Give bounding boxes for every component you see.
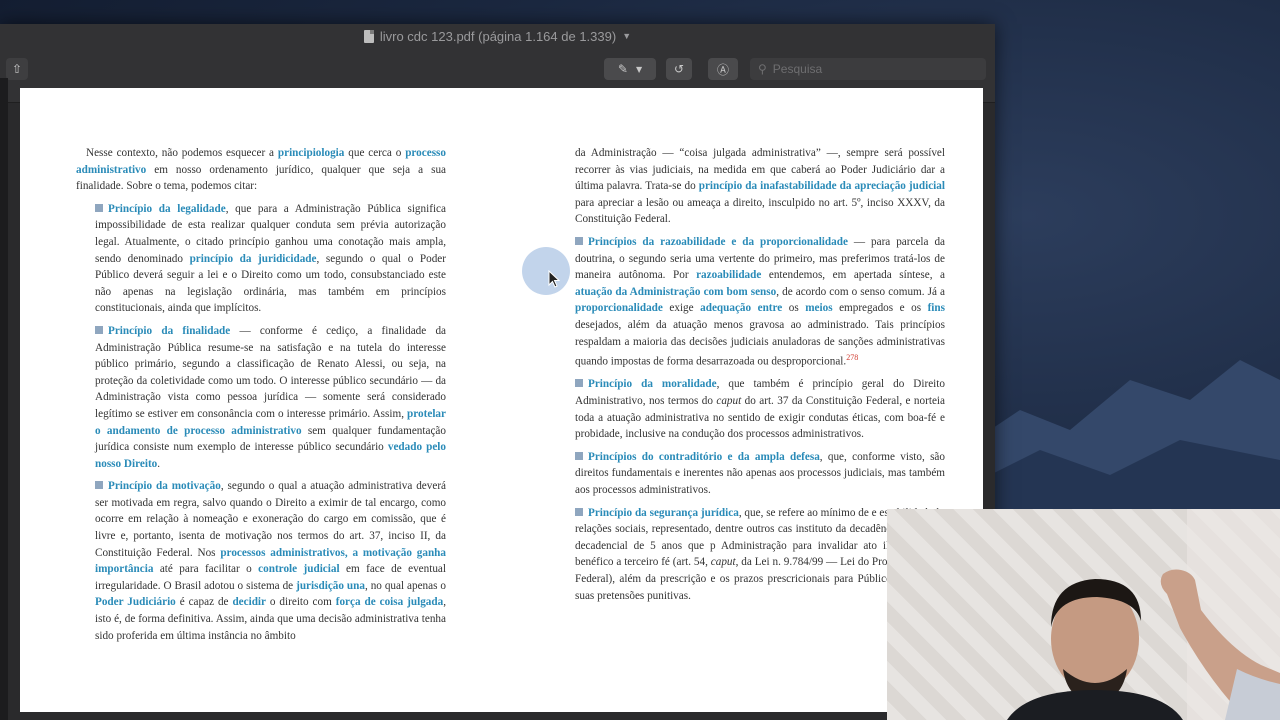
rotate-icon: ↺ (673, 62, 685, 76)
pdf-document-icon (363, 29, 374, 43)
bullet-square-icon (575, 507, 583, 516)
pdf-page[interactable]: Nesse contexto, não podemos esquecer a p… (20, 88, 983, 712)
intro-paragraph: Nesse contexto, não podemos esquecer a p… (76, 147, 446, 193)
search-icon: ⚲ (758, 62, 767, 76)
bullet-square-icon (95, 325, 103, 334)
list-item-moralidade: Princípio da moralidade, que também é pr… (575, 378, 945, 441)
markup-circle-icon: Ⓐ (716, 62, 729, 77)
bullet-square-icon (575, 236, 583, 245)
webcam-overlay (887, 509, 1280, 720)
chevron-down-icon: ▼ (635, 64, 643, 74)
background-window-edge (0, 78, 8, 720)
window-title[interactable]: livro cdc 123.pdf (página 1.164 de 1.339… (380, 29, 616, 44)
cursor-highlight (522, 247, 570, 295)
bullet-square-icon (95, 203, 103, 212)
footnote-link[interactable]: 278 (846, 353, 858, 362)
share-button[interactable]: ⇧ (6, 58, 28, 80)
mouse-pointer-icon (548, 270, 560, 288)
rotate-button[interactable]: ↺ (666, 58, 692, 80)
share-icon: ⇧ (11, 62, 23, 76)
bullet-square-icon (95, 481, 103, 490)
list-item-motivacao: Princípio da motivação, segundo o qual a… (95, 480, 447, 642)
list-item-legalidade: Princípio da legalidade, que para a Admi… (95, 202, 447, 315)
left-column: Nesse contexto, não podemos esquecer a p… (76, 145, 446, 650)
search-placeholder: Pesquisa (772, 62, 823, 76)
list-item-contraditorio: Princípios do contraditório e da ampla d… (575, 450, 945, 497)
list-item-finalidade: Princípio da finalidade — conforme é ced… (95, 324, 447, 470)
list-item-razoabilidade: Princípios da razoabilidade e da proporc… (575, 235, 946, 368)
presenter-video (1007, 509, 1280, 720)
chevron-down-icon[interactable]: ▼ (622, 31, 631, 41)
markup-toolbar-button[interactable]: Ⓐ (708, 58, 738, 80)
continuation-paragraph: da Administração — “coisa julgada admini… (575, 147, 945, 226)
bullet-square-icon (575, 451, 583, 460)
title-bar: livro cdc 123.pdf (página 1.164 de 1.339… (0, 24, 995, 48)
bullet-square-icon (575, 379, 583, 388)
markup-pen-button[interactable]: ✎ ▼ (604, 58, 656, 80)
pen-markup-icon: ✎ (617, 62, 628, 76)
desktop-mountains (960, 360, 1280, 540)
search-field[interactable]: ⚲ Pesquisa (750, 58, 986, 80)
